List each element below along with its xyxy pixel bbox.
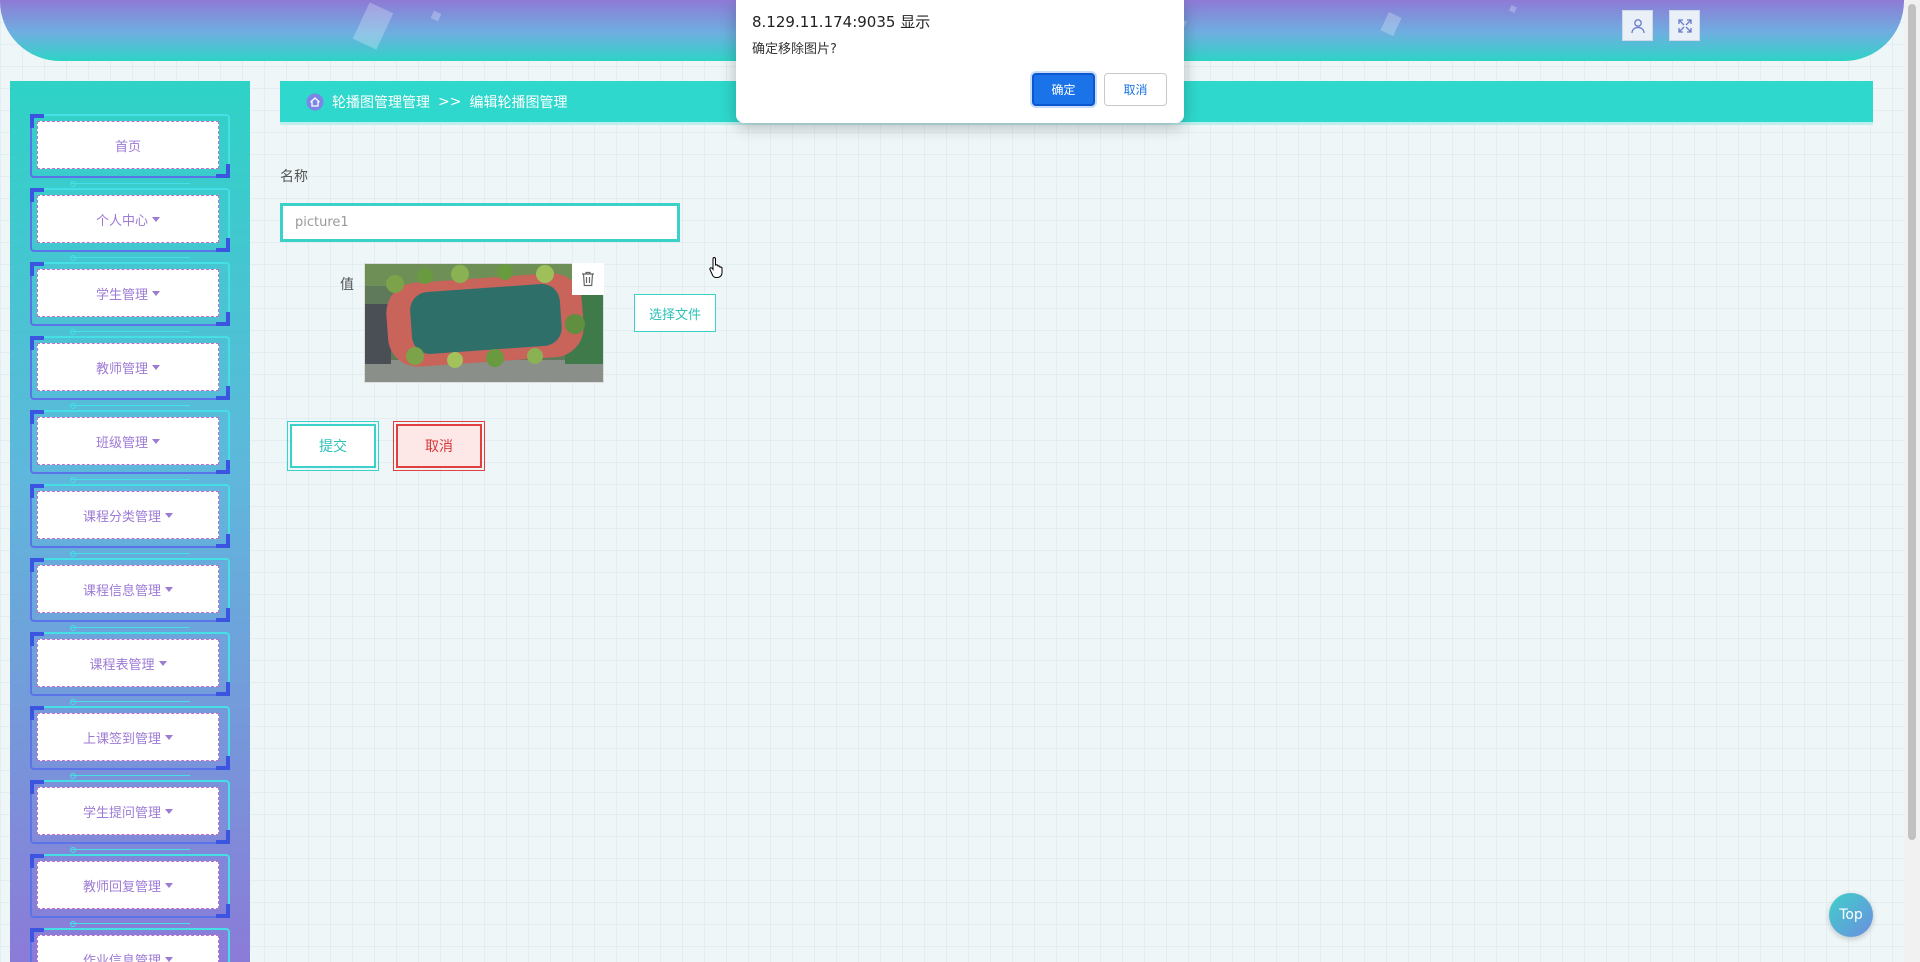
sidebar-item-label: 学生管理 xyxy=(95,287,148,303)
header-decoration xyxy=(1509,5,1517,13)
dialog-cancel-button[interactable]: 取消 xyxy=(1104,73,1167,106)
caret-down-icon xyxy=(165,586,173,592)
dialog-message: 确定移除图片? xyxy=(752,42,837,57)
sidebar-item-label: 学生提问管理 xyxy=(82,805,161,821)
breadcrumb-separator: >> xyxy=(438,93,462,110)
name-label: 名称 xyxy=(280,169,308,185)
trash-icon xyxy=(582,271,594,287)
sidebar-item-label: 课程信息管理 xyxy=(82,583,161,599)
sidebar-item-label: 作业信息管理 xyxy=(82,953,161,962)
sidebar-item-label: 首页 xyxy=(114,139,141,155)
confirm-dialog: 8.129.11.174:9035 显示 确定移除图片? 确定 取消 xyxy=(736,0,1184,123)
name-input[interactable] xyxy=(280,203,680,242)
sidebar-item-label: 课程分类管理 xyxy=(82,509,161,525)
sidebar-item-label: 班级管理 xyxy=(95,435,148,451)
sidebar: 首页 个人中心 学生管理 教师管理 班级管理 课程分类管理 课程信息管理 课程表… xyxy=(10,81,250,962)
fullscreen-icon xyxy=(1677,18,1692,33)
sidebar-item-personal-center[interactable]: 个人中心 xyxy=(30,188,230,261)
value-label: 值 xyxy=(340,277,354,293)
sidebar-item-classes[interactable]: 班级管理 xyxy=(30,410,230,483)
sidebar-item-label: 个人中心 xyxy=(95,213,148,229)
sidebar-item-home[interactable]: 首页 xyxy=(30,114,230,187)
caret-down-icon xyxy=(152,364,160,370)
sidebar-item-label: 上课签到管理 xyxy=(82,731,161,747)
caret-down-icon xyxy=(165,808,173,814)
sidebar-item-timetable[interactable]: 课程表管理 xyxy=(30,632,230,705)
breadcrumb-parent[interactable]: 轮播图管理管理 xyxy=(332,92,430,112)
sidebar-item-course-info[interactable]: 课程信息管理 xyxy=(30,558,230,631)
sidebar-item-student-questions[interactable]: 学生提问管理 xyxy=(30,780,230,853)
back-to-top-button[interactable]: Top xyxy=(1829,893,1873,937)
caret-down-icon xyxy=(165,734,173,740)
sidebar-item-label: 课程表管理 xyxy=(89,657,155,673)
sidebar-item-teachers[interactable]: 教师管理 xyxy=(30,336,230,409)
image-preview xyxy=(364,263,604,383)
user-icon xyxy=(1630,18,1645,33)
cancel-button[interactable]: 取消 xyxy=(393,421,485,471)
header-decoration xyxy=(430,10,442,22)
breadcrumb-current: 编辑轮播图管理 xyxy=(469,94,568,111)
caret-down-icon xyxy=(165,882,173,888)
pointer-cursor-icon xyxy=(708,256,726,282)
remove-image-button[interactable] xyxy=(572,263,604,295)
sports-field-image xyxy=(365,264,603,382)
sidebar-item-course-categories[interactable]: 课程分类管理 xyxy=(30,484,230,557)
header-decoration xyxy=(1380,11,1402,37)
sidebar-item-label: 教师回复管理 xyxy=(82,879,161,895)
sidebar-item-students[interactable]: 学生管理 xyxy=(30,262,230,335)
dialog-title: 8.129.11.174:9035 显示 xyxy=(752,13,931,31)
sidebar-item-label: 教师管理 xyxy=(95,361,148,377)
sidebar-item-homework[interactable]: 作业信息管理 xyxy=(30,928,230,962)
fullscreen-button[interactable] xyxy=(1669,10,1700,41)
caret-down-icon xyxy=(165,956,173,962)
choose-file-button[interactable]: 选择文件 xyxy=(634,294,716,332)
submit-button[interactable]: 提交 xyxy=(287,421,379,471)
caret-down-icon xyxy=(158,660,167,666)
page-scrollbar[interactable] xyxy=(1904,0,1920,962)
caret-down-icon xyxy=(165,512,173,518)
caret-down-icon xyxy=(152,216,160,222)
sidebar-item-attendance[interactable]: 上课签到管理 xyxy=(30,706,230,779)
caret-down-icon xyxy=(152,290,160,296)
caret-down-icon xyxy=(152,438,160,444)
sidebar-item-teacher-replies[interactable]: 教师回复管理 xyxy=(30,854,230,927)
scrollbar-thumb[interactable] xyxy=(1908,4,1916,840)
user-button[interactable] xyxy=(1622,10,1653,41)
home-icon[interactable] xyxy=(306,93,324,111)
dialog-ok-button[interactable]: 确定 xyxy=(1032,73,1095,106)
header-decoration xyxy=(352,2,394,50)
